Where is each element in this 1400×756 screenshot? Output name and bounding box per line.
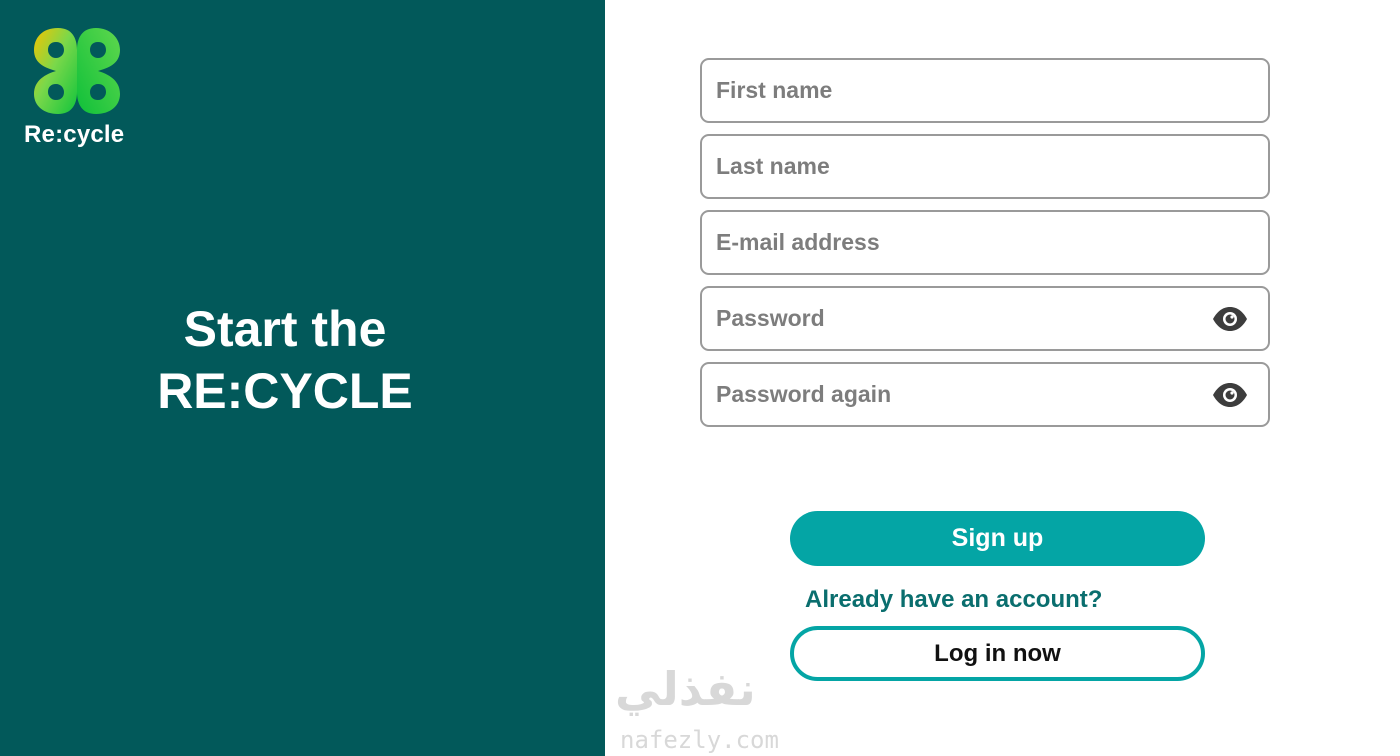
hero-line-1: Start the <box>183 301 387 357</box>
watermark-arabic: نفذلي <box>615 663 756 715</box>
brand-name: Re:cycle <box>24 121 125 148</box>
already-have-account-text: Already have an account? <box>805 586 1103 613</box>
watermark-url: nafezly.com <box>620 726 779 754</box>
hero-line-2: RE:CYCLE <box>157 363 413 419</box>
email-input[interactable] <box>716 212 1186 273</box>
sign-up-button[interactable]: Sign up <box>790 511 1205 566</box>
password-input[interactable] <box>716 288 1186 349</box>
brand-panel: Re:cycle Start the RE:CYCLE <box>0 0 605 756</box>
first-name-input[interactable] <box>716 60 1186 121</box>
log-in-button[interactable]: Log in now <box>790 626 1205 681</box>
last-name-field <box>700 134 1270 199</box>
eye-icon[interactable] <box>1212 306 1248 332</box>
recycle-logo-icon <box>34 28 120 114</box>
password-again-field <box>700 362 1270 427</box>
last-name-input[interactable] <box>716 136 1186 197</box>
password-again-input[interactable] <box>716 364 1186 425</box>
eye-icon[interactable] <box>1212 382 1248 408</box>
email-field <box>700 210 1270 275</box>
hero-heading: Start the RE:CYCLE <box>0 298 570 422</box>
first-name-field <box>700 58 1270 123</box>
password-field <box>700 286 1270 351</box>
